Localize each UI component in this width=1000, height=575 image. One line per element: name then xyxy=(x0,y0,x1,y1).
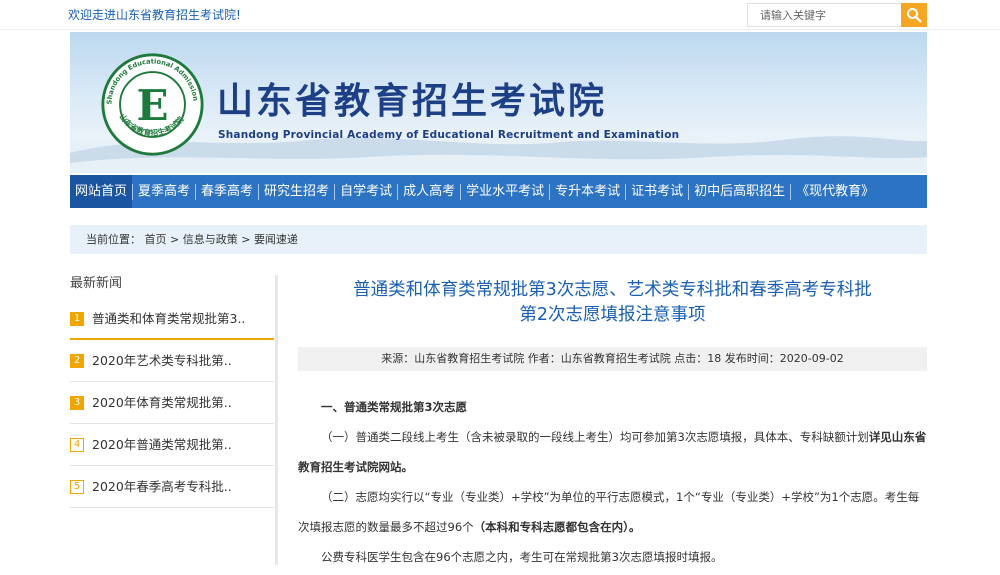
search-button[interactable] xyxy=(901,3,927,27)
news-title: 2020年普通类常规批第.. xyxy=(92,437,232,452)
breadcrumb-section[interactable]: 信息与政策 xyxy=(183,233,238,246)
breadcrumb-sep: > xyxy=(170,233,180,246)
article-title: 普通类和体育类常规批第3次志愿、艺术类专科批和春季高考专科批 第2次志愿填报注意… xyxy=(298,278,927,328)
nav-vocational[interactable]: 初中后高职招生 xyxy=(689,175,790,208)
article-paragraph: 公费专科医学生包含在96个志愿之内，考生可在常规批第3次志愿填报时填报。 xyxy=(321,550,723,564)
nav-adult-exam[interactable]: 成人高考 xyxy=(398,175,460,208)
article-paragraph: （二）志愿均实行以“专业（专业类）+学校”为单位的平行志愿模式，1个“专业（专业… xyxy=(298,482,927,542)
news-rank-badge: 2 xyxy=(70,354,84,368)
news-list-item[interactable]: 3 2020年体育类常规批第.. xyxy=(70,382,274,424)
search-input[interactable] xyxy=(748,4,902,26)
news-list-item[interactable]: 2 2020年艺术类专科批第.. xyxy=(70,340,274,382)
article-paragraph: （一）普通类二段线上考生（含未被录取的一段线上考生）均可参加第3次志愿填报，具体… xyxy=(298,422,927,482)
nav-modern-education[interactable]: 《现代教育》 xyxy=(791,175,879,208)
breadcrumb-sep: > xyxy=(241,233,251,246)
news-title: 普通类和体育类常规批第3.. xyxy=(92,311,246,326)
search-box xyxy=(747,3,927,27)
article-title-line: 第2次志愿填报注意事项 xyxy=(519,305,706,325)
news-rank-badge: 3 xyxy=(70,396,84,410)
nav-self-study[interactable]: 自学考试 xyxy=(335,175,397,208)
magnifier-icon xyxy=(907,8,922,23)
nav-upgrade[interactable]: 专升本考试 xyxy=(550,175,625,208)
article-title-line: 普通类和体育类常规批第3次志愿、艺术类专科批和春季高考专科批 xyxy=(353,280,872,300)
news-list-item[interactable]: 4 2020年普通类常规批第.. xyxy=(70,424,274,466)
news-title: 2020年春季高考专科批.. xyxy=(92,479,232,494)
banner-subtitle: Shandong Provincial Academy of Education… xyxy=(218,129,680,141)
article-meta: 来源：山东省教育招生考试院 作者：山东省教育招生考试院 点击：18 发布时间：2… xyxy=(298,347,927,371)
welcome-text: 欢迎走进山东省教育招生考试院! xyxy=(68,8,241,22)
nav-spring-exam[interactable]: 春季高考 xyxy=(196,175,258,208)
sidebar-title: 最新新闻 xyxy=(70,276,123,291)
news-title: 2020年体育类常规批第.. xyxy=(92,395,232,410)
paragraph-bold-text: （本科和专科志愿都包含在内）。 xyxy=(473,520,641,534)
nav-graduate[interactable]: 研究生招考 xyxy=(259,175,334,208)
breadcrumb: 当前位置： 首页 > 信息与政策 > 要闻速递 xyxy=(70,225,927,254)
svg-text:E: E xyxy=(136,81,168,130)
nav-home[interactable]: 网站首页 xyxy=(70,175,133,208)
news-rank-badge: 4 xyxy=(70,438,84,452)
article-body: 一、普通类常规批第3次志愿 （一）普通类二段线上考生（含未被录取的一段线上考生）… xyxy=(298,392,927,572)
news-list-item[interactable]: 1 普通类和体育类常规批第3.. xyxy=(70,298,274,340)
breadcrumb-current[interactable]: 要闻速递 xyxy=(254,233,298,246)
top-bar: 欢迎走进山东省教育招生考试院! xyxy=(0,0,1000,30)
paragraph-text: （一）普通类二段线上考生（含未被录取的一段线上考生）均可参加第3次志愿填报，具体… xyxy=(321,430,869,444)
academy-emblem-icon: Shandong Educational Admission & Examina… xyxy=(100,52,204,156)
news-rank-badge: 1 xyxy=(70,312,84,326)
news-title: 2020年艺术类专科批第.. xyxy=(92,353,232,368)
section-heading: 一、普通类常规批第3次志愿 xyxy=(321,400,468,414)
breadcrumb-home[interactable]: 首页 xyxy=(145,233,167,246)
main-nav: 网站首页 夏季高考 春季高考 研究生招考 自学考试 成人高考 学业水平考试 专升… xyxy=(70,175,927,208)
sidebar-divider xyxy=(275,275,278,565)
breadcrumb-label: 当前位置： xyxy=(86,233,141,246)
nav-proficiency[interactable]: 学业水平考试 xyxy=(461,175,549,208)
nav-summer-exam[interactable]: 夏季高考 xyxy=(133,175,195,208)
site-banner: Shandong Educational Admission & Examina… xyxy=(70,32,927,173)
news-list-item[interactable]: 5 2020年春季高考专科批.. xyxy=(70,466,274,508)
banner-title: 山东省教育招生考试院 xyxy=(217,80,608,122)
sidebar-latest-news: 最新新闻 1 普通类和体育类常规批第3.. 2 2020年艺术类专科批第.. 3… xyxy=(70,270,274,508)
nav-certificate[interactable]: 证书考试 xyxy=(626,175,688,208)
news-rank-badge: 5 xyxy=(70,480,84,494)
